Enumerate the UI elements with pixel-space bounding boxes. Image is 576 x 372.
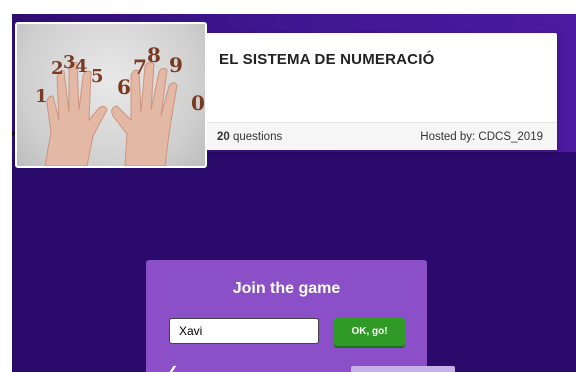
question-count: 20 questions bbox=[217, 131, 282, 143]
back-arrow-icon[interactable]: ❮ bbox=[168, 364, 178, 372]
join-game-title: Join the game bbox=[232, 280, 341, 297]
thumb-digit-6: 6 bbox=[117, 75, 131, 99]
thumb-digit-7: 7 bbox=[133, 55, 147, 79]
join-game-panel: Join the game OK, go! ❮ bbox=[146, 260, 455, 372]
thumb-digit-8: 8 bbox=[147, 43, 161, 67]
game-stage: EL SISTEMA DE NUMERACIÓ 20 questions Hos… bbox=[12, 14, 576, 372]
thumb-digit-3: 3 bbox=[63, 52, 76, 73]
thumb-digit-4: 4 bbox=[75, 56, 88, 77]
thumb-digit-9: 9 bbox=[169, 53, 183, 77]
quiz-info-card: EL SISTEMA DE NUMERACIÓ 20 questions Hos… bbox=[201, 33, 557, 150]
thumb-digit-1: 1 bbox=[35, 86, 48, 107]
bottom-link-tag[interactable] bbox=[351, 366, 455, 372]
thumb-digit-2: 2 bbox=[51, 58, 64, 79]
quiz-title: EL SISTEMA DE NUMERACIÓ bbox=[219, 51, 435, 68]
thumb-digit-0: 0 bbox=[191, 91, 205, 115]
question-count-number: 20 bbox=[217, 131, 230, 143]
quiz-thumbnail-image: 1 2 3 4 5 6 7 8 9 0 bbox=[15, 22, 207, 168]
hosted-by-label: Hosted by: CDCS_2019 bbox=[420, 131, 543, 143]
nickname-input[interactable] bbox=[169, 318, 319, 344]
thumb-digit-5: 5 bbox=[91, 66, 104, 87]
quiz-card-footer: 20 questions Hosted by: CDCS_2019 bbox=[201, 122, 557, 150]
question-count-label: questions bbox=[229, 131, 283, 143]
ok-go-button[interactable]: OK, go! bbox=[334, 318, 405, 346]
